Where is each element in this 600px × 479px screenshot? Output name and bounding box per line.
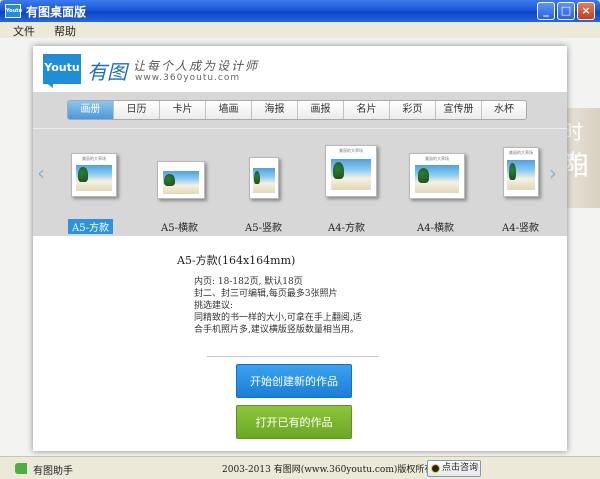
product-label: A5-方款 — [68, 219, 113, 234]
main-stage: 时光 阳 Youtu 有图 让每个人成为设计师 www.360youtu.com… — [0, 38, 600, 456]
qq-icon — [431, 464, 440, 473]
product-gallery: ‹ › 美丽的大草场 A5-方款 A5-横款 A5-竖款 美丽的大草场 A4-方… — [33, 128, 567, 236]
brand-url: www.360youtu.com — [135, 73, 241, 83]
logo-tag-shape — [45, 82, 53, 88]
tab-card[interactable]: 卡片 — [160, 101, 206, 119]
product-cover: 美丽的大草场 — [409, 153, 465, 199]
tab-flyer[interactable]: 彩页 — [390, 101, 436, 119]
product-label: A4-竖款 — [502, 223, 539, 234]
brand-header: Youtu 有图 让每个人成为设计师 www.360youtu.com — [33, 46, 567, 92]
app-icon: Youtu — [5, 4, 22, 18]
cover-tree — [164, 173, 175, 186]
menu-file[interactable]: 文件 — [13, 23, 35, 39]
cover-title: 美丽的大草场 — [425, 156, 449, 161]
tab-brochure[interactable]: 宣传册 — [436, 101, 482, 119]
tab-business-card[interactable]: 名片 — [344, 101, 390, 119]
product-cover: 美丽的大草场 — [71, 153, 117, 197]
gallery-left-arrow[interactable]: ‹ — [37, 161, 45, 185]
close-button[interactable]: × — [577, 2, 595, 20]
helper-label[interactable]: 有图助手 — [33, 462, 73, 477]
cover-tree — [508, 163, 517, 180]
cover-title: 美丽的大草场 — [509, 150, 533, 155]
youtu-logo: Youtu — [43, 54, 81, 84]
cover-tree — [333, 162, 344, 179]
speaker-icon[interactable] — [15, 463, 27, 474]
maximize-button[interactable]: □ — [557, 2, 575, 20]
tab-album[interactable]: 画册 — [68, 101, 114, 119]
consult-label: 点击咨询 — [442, 463, 479, 473]
menu-help[interactable]: 帮助 — [54, 23, 76, 39]
title-bar: Youtu 有图桌面版 _ □ × — [0, 0, 600, 22]
product-panel: Youtu 有图 让每个人成为设计师 www.360youtu.com 画册 日… — [33, 46, 567, 451]
copyright-text: 2003-2013 有图网(www.360youtu.com)版权所有 — [222, 465, 434, 475]
create-new-work-button[interactable]: 开始创建新的作品 — [236, 364, 352, 398]
open-existing-work-button[interactable]: 打开已有的作品 — [236, 405, 352, 439]
detail-line: 合手机照片多,建议横版竖版数量相当用。 — [194, 325, 359, 335]
product-cover — [157, 161, 205, 199]
tab-pictorial[interactable]: 画报 — [298, 101, 344, 119]
product-label: A5-竖款 — [245, 223, 282, 234]
menu-bar: 文件 帮助 — [0, 22, 600, 38]
product-label: A4-方款 — [328, 223, 365, 234]
minimize-button[interactable]: _ — [537, 2, 555, 20]
product-label: A5-横款 — [161, 223, 198, 234]
cover-title: 美丽的大草场 — [339, 148, 363, 153]
consult-button[interactable]: 点击咨询 — [427, 460, 481, 477]
product-cover: 美丽的大草场 — [325, 145, 377, 197]
cover-title: 美丽的大草场 — [82, 156, 106, 161]
window-title: 有图桌面版 — [26, 5, 87, 19]
tab-calendar[interactable]: 日历 — [114, 101, 160, 119]
product-detail-title: A5-方款(164x164mm) — [177, 254, 296, 267]
brand-name: 有图 — [87, 60, 127, 84]
product-cover: 美丽的大草场 — [503, 147, 539, 197]
brand-slogan: 让每个人成为设计师 — [133, 59, 260, 73]
cover-tree — [417, 168, 430, 184]
tab-wall-art[interactable]: 墙画 — [206, 101, 252, 119]
tab-mug[interactable]: 水杯 — [482, 101, 526, 119]
divider — [207, 356, 379, 357]
gallery-right-arrow[interactable]: › — [549, 161, 557, 185]
category-tabs: 画册 日历 卡片 墙画 海报 画报 名片 彩页 宣传册 水杯 — [67, 100, 527, 120]
tab-poster[interactable]: 海报 — [252, 101, 298, 119]
status-bar: 有图助手 2003-2013 有图网(www.360youtu.com)版权所有… — [0, 456, 600, 479]
category-tabs-zone: 画册 日历 卡片 墙画 海报 画报 名片 彩页 宣传册 水杯 — [33, 92, 567, 128]
cover-tree — [253, 170, 261, 185]
cover-tree — [78, 167, 88, 182]
product-cover — [249, 157, 279, 199]
product-label: A4-横款 — [417, 223, 454, 234]
